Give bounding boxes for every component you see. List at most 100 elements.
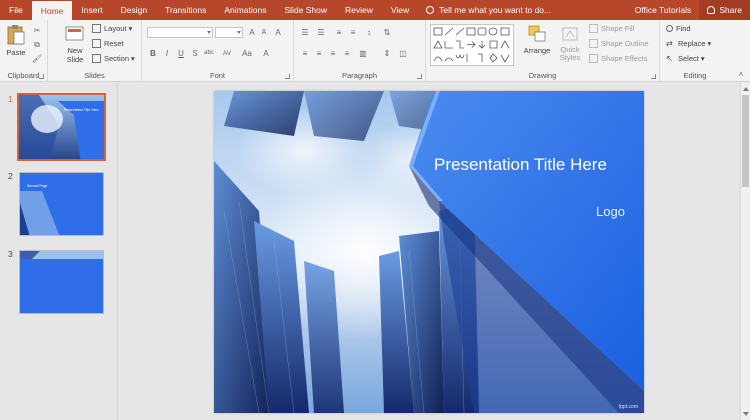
- format-painter-icon[interactable]: 🖌: [32, 54, 42, 63]
- collapse-ribbon-icon[interactable]: ˄: [736, 70, 746, 79]
- thumbnail-1-art: [19, 95, 104, 159]
- tell-me-box[interactable]: Tell me what you want to do...: [426, 5, 551, 15]
- underline-button[interactable]: U: [176, 49, 186, 58]
- reset-icon: [92, 39, 101, 48]
- tab-slide-show[interactable]: Slide Show: [275, 0, 336, 20]
- font-group-label: Font: [209, 71, 225, 80]
- slides-group: New Slide Layout ▾ Reset Section ▾ Slides: [48, 20, 142, 82]
- paragraph-group-label: Paragraph: [341, 71, 378, 80]
- select-button[interactable]: ↖ Select ▾: [666, 54, 705, 63]
- shapes-gallery[interactable]: [430, 24, 514, 66]
- editing-group: Find ⇄ Replace ▾ ↖ Select ▾ Editing: [660, 20, 730, 82]
- cut-icon[interactable]: ✂: [32, 26, 42, 35]
- align-left-icon[interactable]: ≡: [300, 49, 310, 58]
- scroll-up-icon[interactable]: [743, 87, 749, 91]
- smartart-icon[interactable]: ◫: [398, 49, 408, 58]
- slide-thumbnail-pane: 1 Presentation Title Here 2 Second Page …: [0, 83, 118, 420]
- tab-insert[interactable]: Insert: [72, 0, 111, 20]
- arrange-icon: [528, 25, 546, 42]
- paste-label: Paste: [6, 48, 26, 57]
- slide-thumbnail-3[interactable]: [19, 250, 104, 314]
- align-right-icon[interactable]: ≡: [328, 49, 338, 58]
- tab-home[interactable]: Home: [31, 0, 73, 20]
- tab-file[interactable]: File: [0, 0, 32, 20]
- slide-logo-text[interactable]: Logo: [596, 204, 625, 219]
- tab-review[interactable]: Review: [336, 0, 382, 20]
- reset-button[interactable]: Reset: [92, 39, 124, 48]
- tab-animations[interactable]: Animations: [215, 0, 275, 20]
- clipboard-launcher-icon[interactable]: [39, 74, 44, 79]
- slide-thumbnail-1[interactable]: Presentation Title Here: [17, 93, 106, 161]
- shape-outline-label: Shape Outline: [601, 39, 649, 48]
- character-spacing-button[interactable]: AV: [221, 49, 233, 58]
- drawing-launcher-icon[interactable]: [651, 74, 656, 79]
- align-text-icon[interactable]: ⇕: [382, 49, 392, 58]
- scroll-down-icon[interactable]: [743, 412, 749, 416]
- bullets-icon[interactable]: ☰: [300, 28, 310, 37]
- layout-button[interactable]: Layout ▾: [92, 24, 132, 33]
- arrange-label: Arrange: [523, 46, 551, 55]
- section-label: Section: [104, 54, 130, 63]
- font-color-button[interactable]: A: [261, 49, 271, 58]
- scrollbar-thumb[interactable]: [742, 95, 749, 187]
- paragraph-launcher-icon[interactable]: [417, 74, 422, 79]
- drawing-group-label: Drawing: [528, 71, 557, 80]
- line-spacing-icon[interactable]: ↕: [364, 28, 374, 37]
- align-center-icon[interactable]: ≡: [314, 49, 324, 58]
- shape-effects-label: Shape Effects: [601, 54, 648, 63]
- copy-icon[interactable]: ⧉: [32, 40, 42, 49]
- shape-fill-label: Shape Fill: [601, 24, 635, 33]
- cursor-icon: ↖: [666, 54, 673, 63]
- font-name-combo[interactable]: [147, 27, 213, 38]
- vertical-scrollbar[interactable]: [740, 83, 750, 420]
- tab-view[interactable]: View: [382, 0, 418, 20]
- shape-fill-button[interactable]: Shape Fill: [589, 24, 634, 33]
- decrease-font-icon[interactable]: A: [259, 28, 269, 37]
- increase-font-icon[interactable]: A: [247, 28, 257, 37]
- slide-thumbnail-2[interactable]: Second Page: [19, 172, 104, 236]
- shape-effects-button[interactable]: Shape Effects: [589, 54, 648, 63]
- bold-button[interactable]: B: [148, 49, 158, 58]
- find-button[interactable]: Find: [666, 24, 691, 33]
- font-launcher-icon[interactable]: [285, 74, 290, 79]
- replace-icon: ⇄: [666, 39, 673, 48]
- slide-title[interactable]: Presentation Title Here: [434, 155, 607, 175]
- current-slide[interactable]: Presentation Title Here Logo fppt.com: [214, 91, 644, 413]
- italic-button[interactable]: I: [162, 49, 172, 58]
- justify-icon[interactable]: ≡: [342, 49, 352, 58]
- strikethrough-button[interactable]: S: [190, 49, 200, 58]
- thumbnail-number: 3: [8, 249, 13, 259]
- paste-button[interactable]: Paste: [4, 24, 28, 57]
- tab-design[interactable]: Design: [112, 0, 156, 20]
- font-group: A A A B I U S abc AV Aa A Font: [142, 20, 294, 82]
- quick-styles-button[interactable]: Quick Styles: [553, 24, 587, 63]
- paragraph-group: ☰ ☰ ≡ ≡ ↕ ⇅ ≡ ≡ ≡ ≡ ▥ ⇕ ◫ Paragraph: [294, 20, 426, 82]
- text-shadow-button[interactable]: abc: [202, 49, 216, 58]
- thumbnail-3-art: [20, 251, 103, 313]
- replace-button[interactable]: ⇄ Replace ▾: [666, 39, 711, 48]
- decrease-indent-icon[interactable]: ≡: [334, 28, 344, 37]
- arrange-button[interactable]: Arrange: [522, 24, 552, 55]
- text-direction-icon[interactable]: ⇅: [382, 28, 392, 37]
- columns-icon[interactable]: ▥: [358, 49, 368, 58]
- font-size-combo[interactable]: [215, 27, 243, 38]
- clipboard-group: Paste ✂ ⧉ 🖌 Clipboard: [0, 20, 48, 82]
- new-slide-button[interactable]: New Slide: [60, 24, 90, 64]
- clear-formatting-icon[interactable]: A: [273, 28, 283, 37]
- new-slide-label: New Slide: [66, 46, 84, 64]
- increase-indent-icon[interactable]: ≡: [348, 28, 358, 37]
- account-name[interactable]: Office Tutorials: [627, 5, 700, 15]
- tab-transitions[interactable]: Transitions: [156, 0, 215, 20]
- thumbnail-2-art: [20, 173, 103, 235]
- share-button[interactable]: Share: [699, 0, 750, 20]
- thumbnail-number: 2: [8, 171, 13, 181]
- find-icon: [666, 25, 673, 32]
- shape-outline-button[interactable]: Shape Outline: [589, 39, 649, 48]
- change-case-button[interactable]: Aa: [241, 49, 253, 58]
- layout-icon: [92, 24, 101, 33]
- reset-label: Reset: [104, 39, 124, 48]
- select-label: Select: [678, 54, 699, 63]
- editing-group-label: Editing: [683, 71, 707, 80]
- section-button[interactable]: Section ▾: [92, 54, 135, 63]
- numbering-icon[interactable]: ☰: [316, 28, 326, 37]
